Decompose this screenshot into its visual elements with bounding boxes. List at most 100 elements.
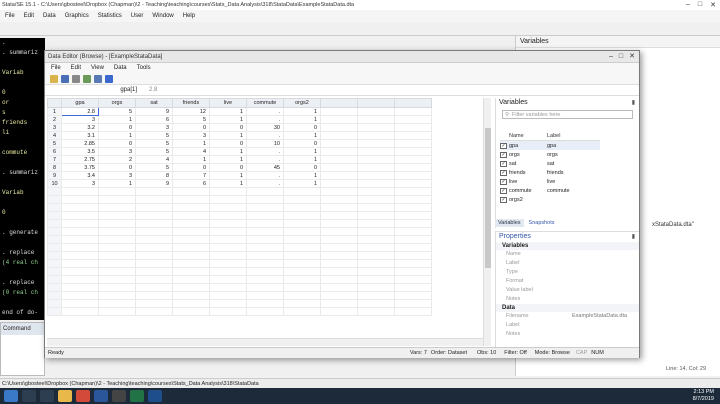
- chrome-icon[interactable]: [76, 390, 90, 402]
- data-cell[interactable]: [320, 163, 358, 172]
- data-cell[interactable]: [135, 307, 173, 316]
- data-cell[interactable]: [246, 299, 284, 308]
- data-cell[interactable]: [357, 259, 395, 268]
- data-cell[interactable]: [357, 299, 395, 308]
- data-cell[interactable]: [246, 195, 284, 204]
- stata-menu-statistics[interactable]: Statistics: [98, 13, 122, 19]
- data-cell[interactable]: [394, 179, 432, 188]
- data-cell[interactable]: 1: [209, 155, 247, 164]
- data-cell[interactable]: 9: [135, 179, 173, 188]
- data-cell[interactable]: [209, 219, 247, 228]
- data-cell[interactable]: 3.5: [61, 147, 99, 156]
- data-cell[interactable]: [209, 187, 247, 196]
- data-cell[interactable]: [320, 259, 358, 268]
- data-cell[interactable]: [320, 123, 358, 132]
- data-cell[interactable]: [98, 291, 136, 300]
- data-cell[interactable]: [320, 211, 358, 220]
- data-cell[interactable]: [394, 195, 432, 204]
- cell-value-field[interactable]: 2.8: [149, 87, 157, 93]
- stata-menu-help[interactable]: Help: [183, 13, 195, 19]
- data-cell[interactable]: .: [246, 179, 284, 188]
- property-row[interactable]: Notes: [496, 330, 639, 339]
- data-cell[interactable]: [283, 275, 321, 284]
- data-cell[interactable]: 8: [135, 171, 173, 180]
- data-cell[interactable]: [394, 235, 432, 244]
- data-cell[interactable]: 1: [283, 131, 321, 140]
- data-cell[interactable]: [246, 235, 284, 244]
- data-cell[interactable]: [61, 307, 99, 316]
- property-row[interactable]: Notes: [496, 295, 639, 304]
- data-cell[interactable]: 9: [135, 107, 173, 116]
- data-cell[interactable]: [394, 163, 432, 172]
- data-cell[interactable]: 0: [209, 139, 247, 148]
- system-tray-clock[interactable]: 2:13 PM 8/7/2019: [693, 389, 714, 403]
- close-icon[interactable]: ✕: [629, 53, 635, 60]
- column-name-header[interactable]: Name: [509, 133, 547, 139]
- data-cell[interactable]: [135, 187, 173, 196]
- data-cell[interactable]: [320, 243, 358, 252]
- browse-mode-icon[interactable]: [94, 74, 102, 83]
- data-cell[interactable]: 0: [98, 123, 136, 132]
- data-cell[interactable]: [246, 219, 284, 228]
- data-cell[interactable]: 3.4: [61, 171, 99, 180]
- data-cell[interactable]: [246, 291, 284, 300]
- data-cell[interactable]: [135, 203, 173, 212]
- data-cell[interactable]: [172, 227, 210, 236]
- row-number[interactable]: [47, 291, 62, 300]
- data-cell[interactable]: 30: [246, 123, 284, 132]
- data-cell[interactable]: [209, 203, 247, 212]
- row-number[interactable]: [47, 251, 62, 260]
- data-cell[interactable]: [98, 283, 136, 292]
- data-cell[interactable]: 2.75: [61, 155, 99, 164]
- data-cell[interactable]: [357, 171, 395, 180]
- editor-menu-edit[interactable]: Edit: [71, 65, 81, 71]
- column-header-friends[interactable]: friends: [172, 98, 210, 108]
- data-cell[interactable]: [135, 211, 173, 220]
- data-cell[interactable]: [394, 275, 432, 284]
- data-cell[interactable]: [320, 147, 358, 156]
- data-cell[interactable]: .: [246, 155, 284, 164]
- data-cell[interactable]: [61, 291, 99, 300]
- checkbox-icon[interactable]: ✓: [500, 151, 507, 158]
- editor-menu-view[interactable]: View: [91, 65, 104, 71]
- row-number[interactable]: [47, 243, 62, 252]
- row-number[interactable]: 1: [47, 107, 62, 116]
- data-cell[interactable]: [320, 267, 358, 276]
- stata-menu-data[interactable]: Data: [43, 13, 56, 19]
- checkbox-icon[interactable]: ✓: [500, 160, 507, 167]
- data-cell[interactable]: [283, 243, 321, 252]
- data-cell[interactable]: 1: [209, 131, 247, 140]
- data-cell[interactable]: [320, 291, 358, 300]
- data-cell[interactable]: [357, 187, 395, 196]
- column-header-commute[interactable]: commute: [246, 98, 284, 108]
- close-icon[interactable]: ✕: [710, 1, 716, 9]
- data-cell[interactable]: 5: [135, 139, 173, 148]
- data-cell[interactable]: [172, 291, 210, 300]
- row-number[interactable]: [47, 227, 62, 236]
- data-cell[interactable]: [61, 251, 99, 260]
- data-cell[interactable]: [357, 155, 395, 164]
- data-cell[interactable]: [135, 275, 173, 284]
- data-cell[interactable]: [357, 211, 395, 220]
- data-cell[interactable]: [172, 187, 210, 196]
- data-cell[interactable]: [246, 307, 284, 316]
- data-cell[interactable]: [357, 179, 395, 188]
- row-number[interactable]: [47, 211, 62, 220]
- data-cell[interactable]: [172, 235, 210, 244]
- data-cell[interactable]: [209, 235, 247, 244]
- stata-icon[interactable]: [148, 390, 162, 402]
- data-cell[interactable]: [357, 267, 395, 276]
- maximize-icon[interactable]: □: [619, 53, 623, 60]
- data-cell[interactable]: [246, 251, 284, 260]
- data-cell[interactable]: [209, 195, 247, 204]
- data-cell[interactable]: [135, 195, 173, 204]
- checkbox-icon[interactable]: ✓: [500, 178, 507, 185]
- data-cell[interactable]: [394, 299, 432, 308]
- data-cell[interactable]: [320, 115, 358, 124]
- row-number[interactable]: [47, 219, 62, 228]
- variable-row-orgs2[interactable]: ✓ orgs2: [500, 195, 600, 204]
- data-cell[interactable]: [394, 203, 432, 212]
- data-cell[interactable]: [61, 187, 99, 196]
- data-cell[interactable]: [283, 291, 321, 300]
- data-cell[interactable]: [394, 171, 432, 180]
